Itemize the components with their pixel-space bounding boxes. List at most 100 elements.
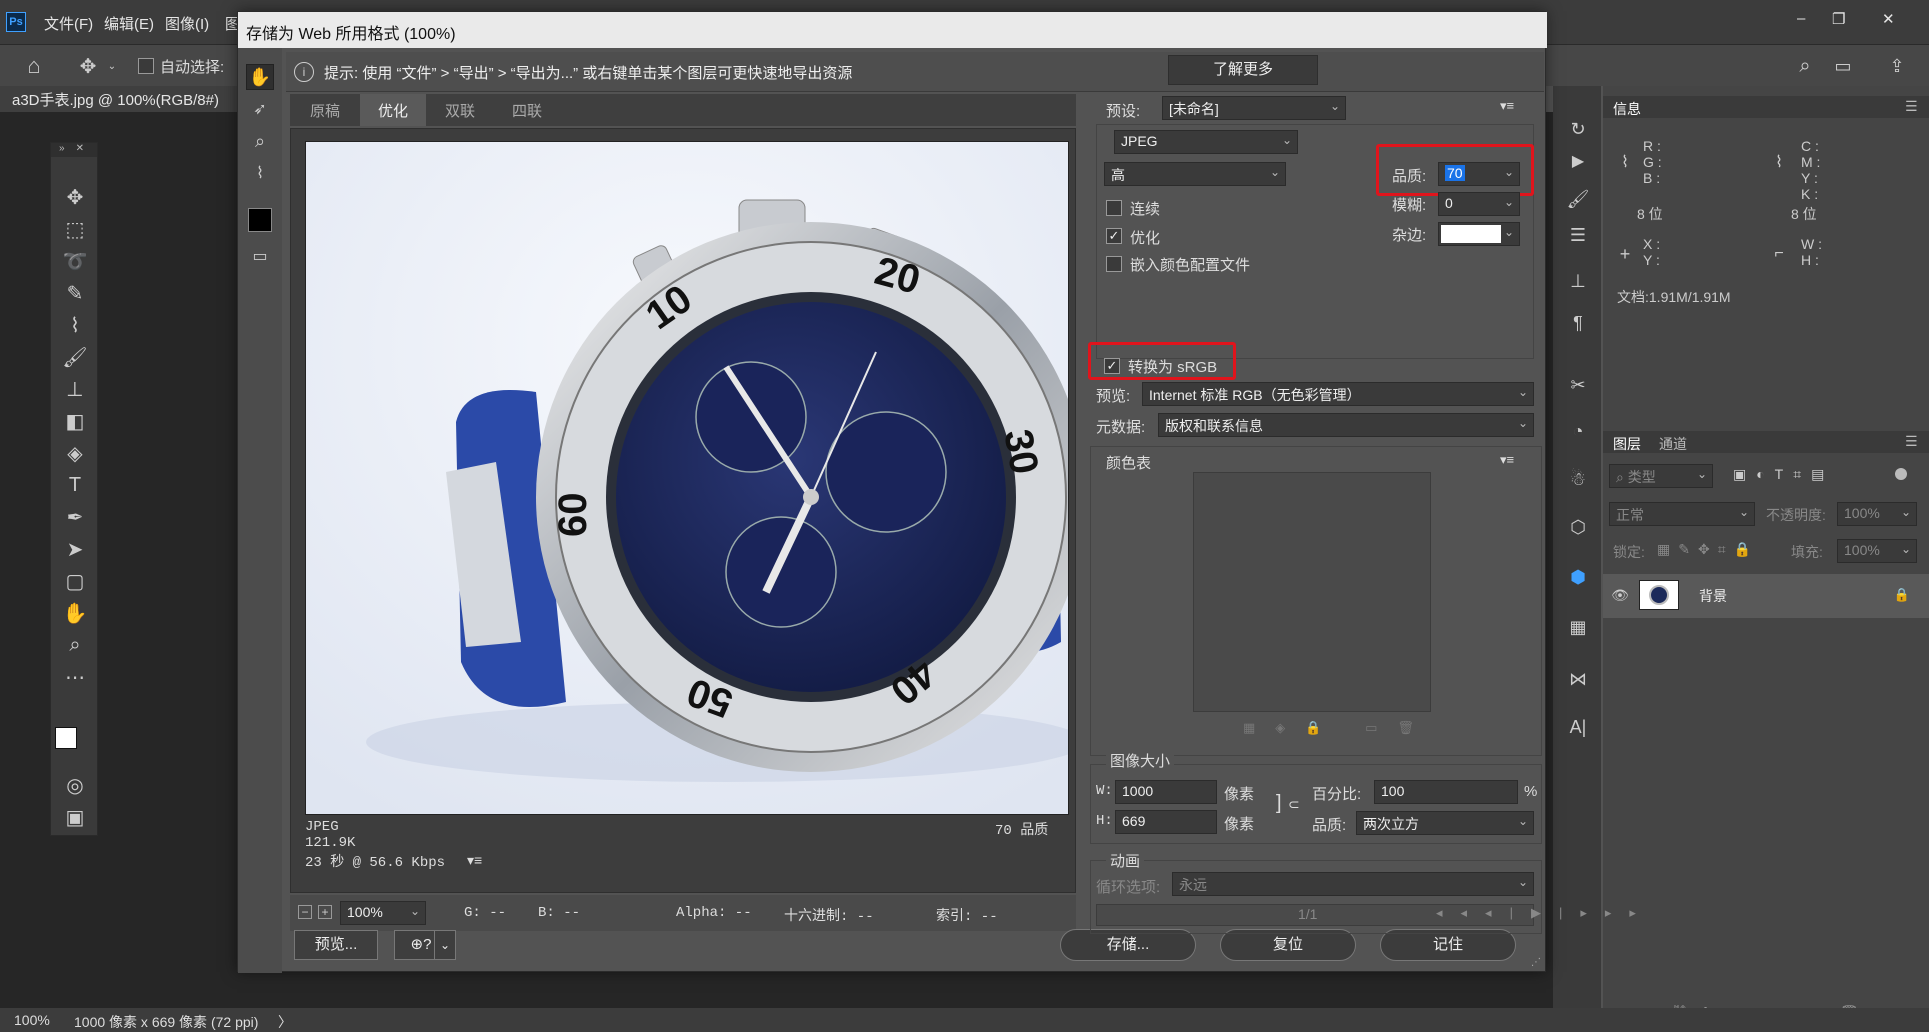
tab-4up[interactable]: 四联 xyxy=(494,94,560,126)
resample-select[interactable]: 两次立方 ⌄ xyxy=(1356,811,1534,835)
loop-select[interactable]: 永远 ⌄ xyxy=(1172,872,1534,896)
minimize-button[interactable]: – xyxy=(1797,10,1805,27)
embed-profile-checkbox[interactable] xyxy=(1106,256,1122,272)
screen-mode-icon[interactable]: ▣ xyxy=(59,803,91,831)
slice-select-tool-icon[interactable]: ➶ xyxy=(246,96,274,122)
status-arrow-icon[interactable]: 〉 xyxy=(278,1012,292,1032)
character-icon[interactable]: ☃ xyxy=(1565,466,1591,492)
pen-tool-icon[interactable]: ✒ xyxy=(59,503,91,531)
lasso-tool-icon[interactable]: ➰ xyxy=(59,247,91,275)
history-icon[interactable]: ↻ xyxy=(1565,116,1591,142)
move-tool-icon[interactable]: ✥ xyxy=(74,53,102,79)
preview-profile-select[interactable]: Internet 标准 RGB（无色彩管理） ⌄ xyxy=(1142,382,1534,406)
stamp-tool-icon[interactable]: ⊥ xyxy=(59,375,91,403)
filter-toggle-icon[interactable] xyxy=(1895,468,1907,480)
blur-input[interactable]: 0 ⌄ xyxy=(1438,192,1520,216)
menu-edit[interactable]: 编辑(E) xyxy=(104,13,154,34)
zoom-out-icon[interactable]: − xyxy=(298,905,312,919)
layer-filter-select[interactable]: ⌕ 类型 ⌄ xyxy=(1609,464,1713,488)
toggle-slices-icon[interactable]: ▭ xyxy=(246,244,274,268)
opacity-input[interactable]: 100% ⌄ xyxy=(1837,502,1917,526)
brush-settings-icon[interactable]: 🖌 xyxy=(1565,186,1591,212)
tools-icon[interactable]: ✂ xyxy=(1565,372,1591,398)
glyphs-icon[interactable]: ⋈ xyxy=(1565,666,1591,692)
width-input[interactable]: 1000 xyxy=(1115,780,1217,804)
fill-input[interactable]: 100% ⌄ xyxy=(1837,539,1917,563)
panel-menu-icon[interactable]: ☰ xyxy=(1905,98,1918,115)
download-menu-icon[interactable]: ▾≡ xyxy=(467,852,482,869)
zoom-tool-icon[interactable]: ⌕ xyxy=(59,631,91,659)
color-table-icons[interactable]: ▦◈🔒 ▭🗑 xyxy=(1243,720,1434,736)
type-tool-icon[interactable]: T xyxy=(59,471,91,499)
document-tab[interactable]: a3D手表.jpg @ 100%(RGB/8#) * xyxy=(0,86,240,127)
browser-dropdown[interactable]: ⌄ xyxy=(434,930,456,960)
adjustments-icon[interactable]: ☰ xyxy=(1565,222,1591,248)
quick-mask-icon[interactable]: ◎ xyxy=(59,771,91,799)
share-icon[interactable]: ⇪ xyxy=(1884,53,1910,79)
filter-icons[interactable]: ▣◐T⌗▤ xyxy=(1733,466,1834,483)
paint-bucket-tool-icon[interactable]: ◈ xyxy=(59,439,91,467)
learn-more-button[interactable]: 了解更多 xyxy=(1168,55,1318,85)
tab-layers[interactable]: 图层 xyxy=(1613,434,1641,454)
preset-select[interactable]: [未命名] ⌄ xyxy=(1162,96,1346,120)
zoom-tool-icon[interactable]: ⌕ xyxy=(246,128,274,154)
constrain-link-icon[interactable]: ] xyxy=(1276,792,1282,815)
character-styles-icon[interactable]: A| xyxy=(1565,714,1591,740)
format-select[interactable]: JPEG ⌄ xyxy=(1114,130,1298,154)
3d-icon[interactable]: ⬡ xyxy=(1565,514,1591,540)
preview-button[interactable]: 预览... xyxy=(294,930,378,960)
tab-info[interactable]: 信息 xyxy=(1613,99,1641,119)
path-select-tool-icon[interactable]: ➤ xyxy=(59,535,91,563)
quick-select-tool-icon[interactable]: ✎ xyxy=(59,279,91,307)
watch-photo[interactable]: 20 30 40 50 60 10 xyxy=(305,141,1069,815)
menu-file[interactable]: 文件(F) xyxy=(44,13,93,34)
search-icon[interactable]: ⌕ xyxy=(1792,53,1818,79)
brush-tool-icon[interactable]: 🖌 xyxy=(59,343,91,371)
zoom-select[interactable]: 100% ⌄ xyxy=(340,901,426,925)
hand-tool-icon[interactable]: ✋ xyxy=(59,599,91,627)
metadata-select[interactable]: 版权和联系信息 ⌄ xyxy=(1158,413,1534,437)
resize-grip-icon[interactable]: ⋰ xyxy=(1531,957,1541,968)
hand-tool-icon[interactable]: ✋ xyxy=(246,64,274,90)
eyedropper-tool-icon[interactable]: ⌇ xyxy=(246,160,274,186)
move-tool-icon[interactable]: ✥ xyxy=(59,183,91,211)
layer-row[interactable]: 👁 背景 🔒 xyxy=(1603,574,1929,618)
optimized-checkbox[interactable]: ✓ xyxy=(1106,228,1122,244)
color-table-menu-icon[interactable]: ▾≡ xyxy=(1500,452,1514,468)
shape-tool-icon[interactable]: ▢ xyxy=(59,567,91,595)
quality-level-select[interactable]: 高 ⌄ xyxy=(1104,162,1286,186)
link-icon[interactable]: ⊂ xyxy=(1288,796,1300,813)
preset-menu-icon[interactable]: ▾≡ xyxy=(1500,98,1514,114)
matte-color-select[interactable]: ⌄ xyxy=(1438,222,1520,246)
animation-controls-icons[interactable]: ◂◂◂|▶|▸▸▸ xyxy=(1326,905,1654,921)
restore-button[interactable]: ❐ xyxy=(1832,10,1845,28)
blend-mode-select[interactable]: 正常 ⌄ xyxy=(1609,502,1755,526)
height-input[interactable]: 669 xyxy=(1115,810,1217,834)
menu-image[interactable]: 图像(I) xyxy=(165,13,209,34)
paragraph-icon[interactable]: ¶ xyxy=(1565,310,1591,336)
progressive-checkbox[interactable] xyxy=(1106,200,1122,216)
timeline-icon[interactable]: ◔ xyxy=(1565,418,1591,444)
tab-optimized[interactable]: 优化 xyxy=(360,94,426,126)
eyedropper-tool-icon[interactable]: ⌇ xyxy=(59,311,91,339)
clone-source-icon[interactable]: ⊥ xyxy=(1565,268,1591,294)
auto-select-checkbox[interactable] xyxy=(138,58,154,74)
workspace-icon[interactable]: ▭ xyxy=(1830,53,1856,79)
percent-input[interactable]: 100 xyxy=(1374,780,1518,804)
actions-play-icon[interactable]: ▶ xyxy=(1565,148,1591,174)
tab-channels[interactable]: 通道 xyxy=(1659,434,1687,454)
eye-icon[interactable]: 👁 xyxy=(1611,586,1629,604)
chevron-down-icon[interactable]: ⌄ xyxy=(106,57,118,75)
marquee-tool-icon[interactable]: ⬚ xyxy=(59,215,91,243)
photoshop-logo[interactable]: Ps xyxy=(6,12,26,32)
3d-material-icon[interactable]: ⬢ xyxy=(1565,564,1591,590)
close-window-button[interactable]: ✕ xyxy=(1882,10,1895,28)
properties-icon[interactable]: ▦ xyxy=(1565,614,1591,640)
eyedropper-color-swatch[interactable] xyxy=(248,208,272,232)
home-icon[interactable]: ⌂ xyxy=(20,53,48,79)
lock-icons[interactable]: ▦✎✥⌗🔒 xyxy=(1657,541,1759,558)
tab-original[interactable]: 原稿 xyxy=(290,94,360,126)
zoom-in-icon[interactable]: + xyxy=(318,905,332,919)
foreground-color-swatch[interactable] xyxy=(55,727,77,749)
tab-2up[interactable]: 双联 xyxy=(426,94,494,126)
